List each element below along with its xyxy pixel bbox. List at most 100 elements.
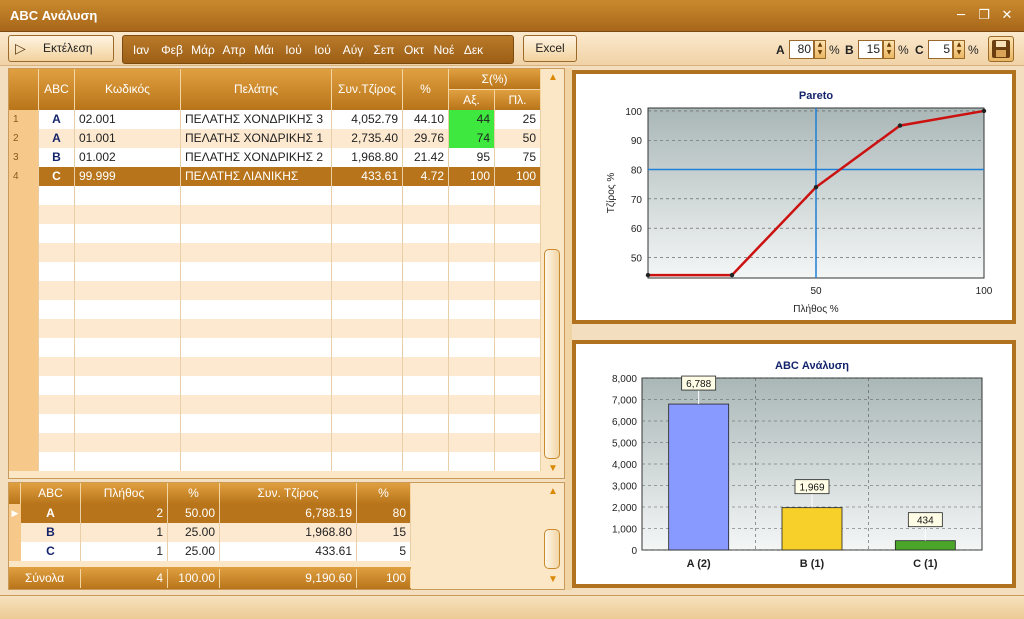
summary-cell-abc: A (21, 504, 81, 523)
month-button[interactable]: Μάρ (187, 38, 219, 61)
summary-cell-pct: 25.00 (168, 542, 220, 561)
summary-header-target_pct[interactable]: % (357, 483, 411, 504)
spin-arrows-icon[interactable]: ▲ ▼ (953, 40, 965, 59)
month-button[interactable]: Οκτ (399, 38, 429, 61)
cell-turnover (332, 395, 403, 414)
save-button[interactable] (988, 36, 1014, 62)
month-button[interactable]: Απρ (219, 38, 249, 61)
month-button[interactable]: Νοέ (429, 38, 459, 61)
cell-num (9, 452, 39, 471)
cell-num: 3 (9, 148, 39, 167)
pareto-y-tick: 80 (631, 166, 643, 177)
summary-header-count[interactable]: Πλήθος (81, 483, 168, 504)
cell-cum_value: 95 (449, 148, 495, 167)
run-button[interactable]: ▷ Εκτέλεση (8, 35, 114, 62)
month-button[interactable]: Σεπ (369, 38, 399, 61)
cell-customer: ΠΕΛΑΤΗΣ ΧΟΝΔΡΙΚΗΣ 2 (181, 148, 332, 167)
close-icon[interactable]: ✕ (998, 8, 1016, 24)
cell-customer: ΠΕΛΑΤΗΣ ΧΟΝΔΡΙΚΗΣ 3 (181, 110, 332, 129)
cell-turnover: 433.61 (332, 167, 403, 186)
summary-cell-pct: 25.00 (168, 523, 220, 542)
pareto-y-tick: 70 (631, 195, 643, 206)
summary-header-abc[interactable]: ABC (21, 483, 81, 504)
percent-sign: % (968, 43, 979, 57)
summary-scroll-down-icon[interactable]: ▼ (545, 573, 561, 587)
bar-chart-title: ABC Ανάλυση (775, 360, 849, 372)
summary-row[interactable]: C 1 25.00 433.61 5 (9, 542, 411, 561)
scroll-thumb[interactable] (544, 249, 560, 459)
main-grid-scrollbar[interactable]: ▲ ▼ (542, 69, 564, 478)
cell-cum_value (449, 205, 495, 224)
column-header-cum-value[interactable]: Αξ. (449, 90, 495, 110)
bar-y-tick: 0 (631, 546, 637, 557)
cell-abc (39, 300, 75, 319)
month-button[interactable]: Μάι (249, 38, 279, 61)
cell-customer (181, 414, 332, 433)
summary-cell-turnover: 1,968.80 (220, 523, 357, 542)
table-row[interactable]: 4 C 99.999 ΠΕΛΑΤΗΣ ΛΙΑΝΙΚΗΣ 433.61 4.72 100 100 (9, 167, 541, 186)
main-grid: ABC Κωδικός Πελάτης Συν.Τζίρος% Σ(%) Αξ. Πλ. 1… (8, 68, 565, 479)
empty-row (9, 281, 541, 300)
total-target_pct: 100 (357, 569, 411, 588)
percent-sign: % (829, 43, 840, 57)
cell-turnover (332, 357, 403, 376)
spin-arrows-icon[interactable]: ▲ ▼ (883, 40, 895, 59)
abc-bar-chart: ABC Ανάλυση 0 1,000 2,000 3,000 4,000 5,000 6,0… (576, 344, 1012, 584)
cell-code (75, 319, 181, 338)
status-bar (0, 595, 1024, 619)
bar-data-label: 1,969 (799, 483, 824, 494)
cell-turnover (332, 414, 403, 433)
column-header-turnover[interactable]: Συν.Τζίρος (332, 69, 403, 110)
cell-code (75, 357, 181, 376)
cell-cum_value (449, 376, 495, 395)
cell-cum_count: 25 (495, 110, 541, 129)
cell-cum_count (495, 281, 541, 300)
month-button[interactable]: Ιού (279, 38, 308, 61)
cell-cum_value (449, 186, 495, 205)
total-count: 4 (81, 569, 168, 588)
summary-scroll-thumb[interactable] (544, 529, 560, 569)
summary-header-turnover[interactable]: Συν. Τζίρος (220, 483, 357, 504)
param-c-input[interactable]: 5 (928, 40, 953, 59)
empty-row (9, 300, 541, 319)
cell-cum_count (495, 357, 541, 376)
cell-cum_value (449, 414, 495, 433)
month-button[interactable]: Αύγ (337, 38, 369, 61)
bar-category-label: B (1) (800, 558, 825, 570)
month-button[interactable]: Φεβ (157, 38, 187, 61)
table-row[interactable]: 3 B 01.002 ΠΕΛΑΤΗΣ ΧΟΝΔΡΙΚΗΣ 2 1,968.80 21.42… (9, 148, 541, 167)
column-header-code[interactable]: Κωδικός (75, 69, 181, 110)
cell-abc (39, 281, 75, 300)
month-button[interactable]: Ιαν (125, 38, 157, 61)
summary-grid: ABC Πλήθος% Συν. Τζίρος% ▶ A 2 50.00 6,788.19 80… (8, 482, 565, 590)
cell-customer (181, 376, 332, 395)
month-button[interactable]: Ιού (308, 38, 337, 61)
cell-pct (403, 281, 449, 300)
summary-header-pct[interactable]: % (168, 483, 220, 504)
bar-y-tick: 2,000 (612, 503, 637, 514)
table-row[interactable]: 2 A 01.001 ΠΕΛΑΤΗΣ ΧΟΝΔΡΙΚΗΣ 1 2,735.40 29.76… (9, 129, 541, 148)
summary-scroll-up-icon[interactable]: ▲ (545, 485, 561, 499)
column-header-customer[interactable]: Πελάτης (181, 69, 332, 110)
summary-row[interactable]: B 1 25.00 1,968.80 15 (9, 523, 411, 542)
excel-button[interactable]: Excel (523, 35, 577, 62)
empty-row (9, 376, 541, 395)
table-row[interactable]: 1 A 02.001 ΠΕΛΑΤΗΣ ΧΟΝΔΡΙΚΗΣ 3 4,052.79 44.10… (9, 110, 541, 129)
summary-row[interactable]: ▶ A 2 50.00 6,788.19 80 (9, 504, 411, 523)
param-b-input[interactable]: 15 (858, 40, 883, 59)
month-button[interactable]: Δεκ (459, 38, 488, 61)
cell-pct (403, 243, 449, 262)
cell-cum_count (495, 395, 541, 414)
column-header-cum-count[interactable]: Πλ. (495, 90, 541, 110)
restore-icon[interactable]: ❐ (975, 8, 993, 24)
spin-arrows-icon[interactable]: ▲ ▼ (814, 40, 826, 59)
scroll-up-icon[interactable]: ▲ (545, 71, 561, 85)
splitter[interactable] (565, 68, 572, 590)
param-a-input[interactable]: 80 (789, 40, 814, 59)
column-header-abc[interactable]: ABC (39, 69, 75, 110)
column-header-pct[interactable]: % (403, 69, 449, 110)
cell-abc (39, 262, 75, 281)
summary-grid-scrollbar[interactable]: ▲ ▼ (542, 483, 564, 589)
minimize-icon[interactable]: ─ (952, 8, 970, 24)
scroll-down-icon[interactable]: ▼ (545, 462, 561, 476)
